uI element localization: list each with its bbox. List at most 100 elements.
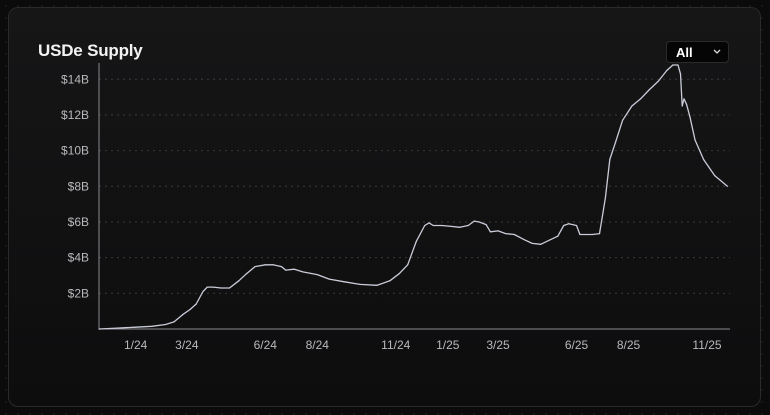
supply-data-point <box>228 287 231 289</box>
x-tick-label: 11/25 <box>692 338 721 352</box>
supply-data-point <box>441 224 443 227</box>
supply-data-point <box>489 231 491 233</box>
supply-data-point <box>592 233 594 236</box>
supply-data-point <box>672 64 674 66</box>
supply-data-point <box>245 273 248 275</box>
supply-data-point <box>206 286 208 288</box>
supply-line-chart: $2B $4B $6B $8B $10B $12B $14B 1/24 3/24 6/24 8/2… <box>61 63 730 352</box>
supply-data-point <box>407 264 409 266</box>
supply-data-point <box>254 265 256 268</box>
supply-data-point <box>415 240 417 243</box>
y-tick-label: $8B <box>68 179 89 193</box>
supply-data-point <box>563 224 565 227</box>
supply-data-point <box>615 141 617 143</box>
supply-data-point <box>116 327 118 329</box>
supply-data-point <box>376 284 378 286</box>
supply-data-point <box>505 232 507 235</box>
supply-data-point <box>389 280 391 282</box>
supply-data-point <box>531 242 533 244</box>
supply-data-point <box>467 224 469 227</box>
x-tick-label: 11/24 <box>381 338 410 352</box>
supply-data-point <box>666 69 668 71</box>
x-tick-label: 3/24 <box>175 338 199 352</box>
x-tick-label: 6/25 <box>565 338 589 352</box>
supply-data-point <box>609 158 611 161</box>
supply-data-point <box>398 273 400 275</box>
supply-data-point <box>598 232 601 235</box>
supply-data-point <box>485 224 487 226</box>
x-tick-label: 3/25 <box>486 338 510 352</box>
supply-data-point <box>568 223 570 225</box>
supply-data-point <box>238 280 240 282</box>
y-tick-label: $10B <box>61 144 89 158</box>
supply-data-point <box>557 235 559 237</box>
supply-data-point <box>540 243 542 245</box>
supply-data-point <box>702 158 705 161</box>
supply-data-point <box>432 224 434 227</box>
supply-data-point <box>173 321 175 323</box>
x-tick-label: 8/25 <box>617 338 641 352</box>
supply-data-point <box>639 98 642 100</box>
supply-data-point <box>583 233 585 236</box>
series <box>98 64 729 330</box>
x-axis-tick-labels: 1/24 3/24 6/24 8/24 11/24 1/25 3/25 6/25 8/25 11/… <box>124 338 722 352</box>
supply-data-point <box>478 221 480 223</box>
supply-data-point <box>575 224 578 227</box>
supply-data-point <box>714 174 716 177</box>
supply-data-point <box>694 139 696 141</box>
x-tick-label: 1/25 <box>436 338 460 352</box>
supply-data-point <box>549 239 551 241</box>
supply-data-point <box>189 308 191 310</box>
supply-data-point <box>280 265 283 268</box>
x-tick-label: 6/24 <box>254 338 278 352</box>
supply-data-point <box>677 64 679 66</box>
grid-lines <box>99 78 730 294</box>
supply-data-point <box>359 283 361 286</box>
supply-data-point <box>679 73 682 75</box>
supply-data-point <box>681 105 683 107</box>
supply-data-point <box>689 116 691 118</box>
supply-data-point <box>181 314 184 316</box>
supply-data-point <box>602 212 604 214</box>
supply-series-line <box>98 64 728 330</box>
y-tick-label: $4B <box>68 251 89 265</box>
supply-data-point <box>497 230 499 232</box>
x-tick-label: 8/24 <box>306 338 330 352</box>
supply-data-point <box>195 303 197 305</box>
supply-data-point <box>513 233 515 236</box>
supply-data-point <box>683 98 685 100</box>
supply-data-point <box>343 281 345 283</box>
y-tick-label: $2B <box>68 286 89 300</box>
supply-data-point <box>428 222 430 224</box>
supply-data-point <box>302 271 304 273</box>
supply-data-point <box>98 328 100 330</box>
supply-data-point <box>164 323 167 326</box>
supply-data-point <box>212 286 214 288</box>
supply-data-point <box>285 269 287 271</box>
supply-data-point <box>424 224 426 227</box>
x-tick-label: 1/24 <box>124 338 148 352</box>
supply-data-point <box>459 226 461 228</box>
supply-data-point <box>293 268 295 270</box>
supply-data-point <box>328 278 330 280</box>
supply-data-point <box>648 89 650 91</box>
supply-data-point <box>631 105 633 107</box>
supply-data-point <box>220 287 222 289</box>
supply-data-point <box>264 264 266 266</box>
supply-data-point <box>450 225 452 228</box>
supply-data-point <box>151 325 153 327</box>
supply-data-point <box>621 119 624 121</box>
supply-data-point <box>135 326 137 328</box>
y-tick-label: $12B <box>61 108 89 122</box>
supply-data-point <box>685 103 688 105</box>
y-tick-label: $6B <box>68 215 89 229</box>
supply-data-point <box>272 264 274 266</box>
supply-data-point <box>604 196 607 198</box>
supply-data-point <box>473 220 475 222</box>
supply-data-point <box>726 185 729 187</box>
supply-data-point <box>657 80 659 82</box>
supply-data-point <box>579 233 581 236</box>
y-axis-tick-labels: $2B $4B $6B $8B $10B $12B $14B <box>61 72 89 300</box>
y-tick-label: $14B <box>61 72 89 86</box>
supply-data-point <box>202 290 204 293</box>
